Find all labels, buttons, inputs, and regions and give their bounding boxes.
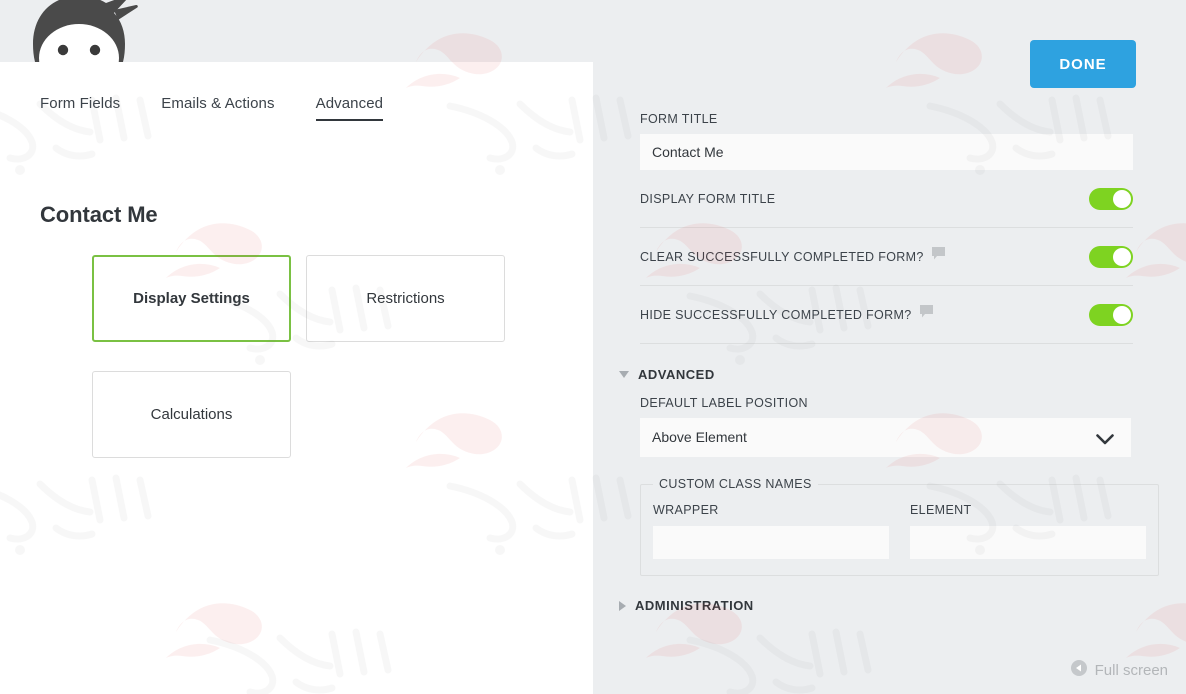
tab-emails-actions[interactable]: Emails & Actions	[161, 95, 274, 121]
card-restrictions[interactable]: Restrictions	[306, 255, 505, 342]
done-button[interactable]: DONE	[1030, 40, 1136, 88]
caret-down-icon	[619, 371, 629, 378]
fullscreen-icon	[1070, 660, 1087, 680]
fullscreen-label: Full screen	[1094, 661, 1168, 679]
custom-class-wrapper-field: WRAPPER	[653, 503, 889, 559]
section-header-administration[interactable]: ADMINISTRATION	[619, 598, 1140, 613]
card-display-settings-label: Display Settings	[133, 290, 250, 307]
builder-tabs: Form Fields Emails & Actions Advanced	[40, 95, 383, 121]
setting-row-hide-completed-form: HIDE SUCCESSFULLY COMPLETED FORM?	[640, 286, 1133, 344]
setting-row-display-form-title: DISPLAY FORM TITLE	[640, 170, 1133, 228]
custom-class-element-label: ELEMENT	[910, 503, 972, 517]
section-header-advanced[interactable]: ADVANCED	[619, 367, 1140, 382]
setting-row-clear-completed-form: CLEAR SUCCESSFULLY COMPLETED FORM?	[640, 228, 1133, 286]
form-title-input[interactable]	[640, 134, 1133, 170]
clear-completed-form-label: CLEAR SUCCESSFULLY COMPLETED FORM?	[640, 249, 924, 264]
custom-class-element-field: ELEMENT	[910, 503, 1146, 559]
card-display-settings[interactable]: Display Settings	[92, 255, 291, 342]
fullscreen-button[interactable]: Full screen	[1070, 660, 1168, 680]
default-label-position-select[interactable]: Above Element	[640, 418, 1131, 457]
section-advanced-title: ADVANCED	[638, 367, 715, 382]
custom-class-names-grid: WRAPPER ELEMENT	[653, 503, 1146, 559]
display-form-title-label: DISPLAY FORM TITLE	[640, 191, 776, 206]
display-form-title-toggle[interactable]	[1089, 187, 1133, 210]
default-label-position-value: Above Element	[652, 429, 747, 445]
caret-right-icon	[619, 600, 626, 611]
form-name-heading: Contact Me	[40, 202, 158, 227]
tooltip-icon[interactable]	[931, 246, 945, 265]
settings-form: FORM TITLE DISPLAY FORM TITLE CLEAR SUCC…	[619, 112, 1159, 613]
hide-completed-form-label: HIDE SUCCESSFULLY COMPLETED FORM?	[640, 307, 912, 322]
custom-class-names-fieldset: CUSTOM CLASS NAMES WRAPPER ELEMENT	[640, 477, 1159, 576]
custom-class-element-input[interactable]	[910, 526, 1146, 559]
tab-form-fields[interactable]: Form Fields	[40, 95, 120, 121]
settings-right-panel: DONE FORM TITLE DISPLAY FORM TITLE CLEAR…	[593, 0, 1186, 694]
card-calculations-label: Calculations	[150, 406, 233, 423]
default-label-position-field: DEFAULT LABEL POSITION Above Element	[640, 396, 1140, 457]
custom-class-names-legend: CUSTOM CLASS NAMES	[659, 477, 812, 491]
tooltip-icon[interactable]	[919, 304, 933, 323]
tab-advanced[interactable]: Advanced	[315, 95, 384, 121]
chevron-down-icon	[1096, 432, 1114, 450]
card-restrictions-label: Restrictions	[366, 290, 445, 307]
section-administration-title: ADMINISTRATION	[635, 598, 754, 613]
form-title-label: FORM TITLE	[640, 112, 718, 126]
form-builder-left-panel: Form Fields Emails & Actions Advanced Co…	[0, 62, 593, 694]
settings-cards-row-1: Display Settings Restrictions	[92, 255, 532, 342]
default-label-position-label: DEFAULT LABEL POSITION	[640, 396, 808, 410]
ninja-forms-builder: Form Fields Emails & Actions Advanced Co…	[0, 0, 1186, 694]
custom-class-wrapper-label: WRAPPER	[653, 503, 719, 517]
card-calculations[interactable]: Calculations	[92, 371, 291, 458]
custom-class-wrapper-input[interactable]	[653, 526, 889, 559]
hide-completed-form-toggle[interactable]	[1089, 303, 1133, 326]
clear-completed-form-toggle[interactable]	[1089, 245, 1133, 268]
settings-cards: Display Settings Restrictions Calculatio…	[92, 255, 532, 487]
settings-cards-row-2: Calculations	[92, 371, 532, 458]
